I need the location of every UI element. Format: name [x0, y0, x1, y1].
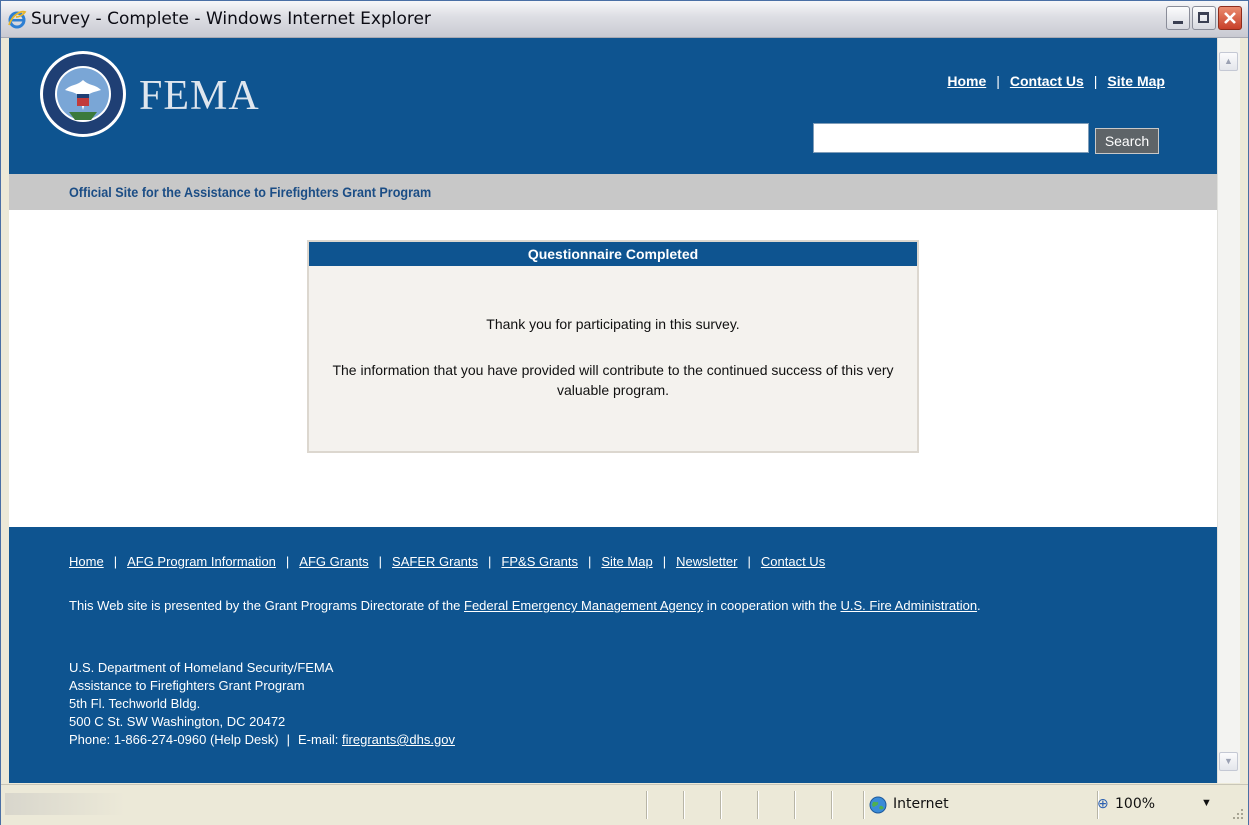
close-icon [1224, 12, 1236, 24]
status-text-area [5, 793, 125, 815]
address-line: Assistance to Firefighters Grant Program [69, 678, 305, 693]
footer-link-safer-grants[interactable]: SAFER Grants [392, 554, 478, 569]
window-frame-left [1, 38, 9, 783]
maximize-icon [1198, 12, 1209, 23]
close-button[interactable] [1218, 6, 1242, 30]
zoom-level[interactable]: 100% [1115, 796, 1155, 812]
footer-link-fps-grants[interactable]: FP&S Grants [501, 554, 578, 569]
footer-link-home[interactable]: Home [69, 554, 104, 569]
page-viewport: FEMA Home | Contact Us | Site Map Search Off… [9, 38, 1217, 783]
site-header: FEMA Home | Contact Us | Site Map Search [9, 38, 1217, 174]
header-link-site-map[interactable]: Site Map [1107, 73, 1165, 89]
security-zone-label[interactable]: Internet [893, 796, 949, 812]
completion-heading: Questionnaire Completed [309, 242, 917, 266]
footer-links: Home | AFG Program Information | AFG Grants |… [69, 554, 826, 569]
usfa-link[interactable]: U.S. Fire Administration [841, 598, 978, 613]
footer-note: This Web site is presented by the Grant … [69, 598, 981, 613]
vertical-scrollbar[interactable]: ▲ ▼ [1217, 38, 1240, 783]
program-banner: Official Site for the Assistance to Fire… [9, 174, 1217, 210]
dhs-seal-logo [40, 51, 126, 137]
search-button[interactable]: Search [1095, 128, 1159, 154]
internet-zone-icon [869, 796, 887, 814]
header-links: Home | Contact Us | Site Map [947, 73, 1165, 89]
resize-grip-icon[interactable] [1231, 807, 1245, 821]
internet-explorer-icon [8, 10, 27, 29]
address-line: 500 C St. SW Washington, DC 20472 [69, 714, 286, 729]
footer-link-site-map[interactable]: Site Map [601, 554, 652, 569]
title-bar: Survey - Complete - Windows Internet Exp… [1, 1, 1248, 38]
info-text: The information that you have provided w… [332, 362, 894, 398]
header-link-contact-us[interactable]: Contact Us [1010, 73, 1084, 89]
email-label: E-mail: [297, 732, 339, 747]
email-link[interactable]: firegrants@dhs.gov [342, 732, 455, 747]
separator: | [1093, 73, 1098, 89]
footer-link-newsletter[interactable]: Newsletter [676, 554, 737, 569]
address-line: 5th Fl. Techworld Bldg. [69, 696, 201, 711]
zoom-dropdown-icon[interactable]: ▼ [1201, 797, 1212, 809]
footer-link-afg-grants[interactable]: AFG Grants [299, 554, 368, 569]
fema-link[interactable]: Federal Emergency Management Agency [464, 598, 703, 613]
footer-link-contact-us[interactable]: Contact Us [761, 554, 825, 569]
search-input[interactable] [813, 123, 1089, 153]
site-footer: Home | AFG Program Information | AFG Grants |… [9, 527, 1217, 783]
address-line: U.S. Department of Homeland Security/FEM… [69, 660, 334, 675]
footer-link-afg-program-information[interactable]: AFG Program Information [127, 554, 276, 569]
status-bar: Internet ⊕ 100% ▼ [1, 784, 1248, 825]
completion-panel: Questionnaire Completed Thank you for pa… [307, 240, 919, 453]
header-link-home[interactable]: Home [947, 73, 986, 89]
thank-you-text: Thank you for participating in this surv… [486, 316, 740, 332]
minimize-button[interactable] [1166, 6, 1190, 30]
scroll-down-icon[interactable]: ▼ [1219, 752, 1238, 771]
footer-address: U.S. Department of Homeland Security/FEM… [69, 659, 455, 749]
program-title: Official Site for the Assistance to Fire… [69, 184, 432, 200]
maximize-button[interactable] [1192, 6, 1216, 30]
separator: | [996, 73, 1000, 89]
window-title: Survey - Complete - Windows Internet Exp… [31, 9, 431, 29]
minimize-icon [1173, 21, 1183, 24]
window-frame-right [1240, 38, 1248, 783]
browser-window: Survey - Complete - Windows Internet Exp… [0, 0, 1249, 825]
fema-logo-text: FEMA [139, 73, 260, 119]
contact-line: Phone: 1-866-274-0960 (Help Desk) | E-mail… [69, 732, 455, 747]
zoom-icon: ⊕ [1097, 795, 1109, 811]
scroll-up-icon[interactable]: ▲ [1219, 52, 1238, 71]
phone-text: Phone: 1-866-274-0960 (Help Desk) [69, 732, 279, 747]
